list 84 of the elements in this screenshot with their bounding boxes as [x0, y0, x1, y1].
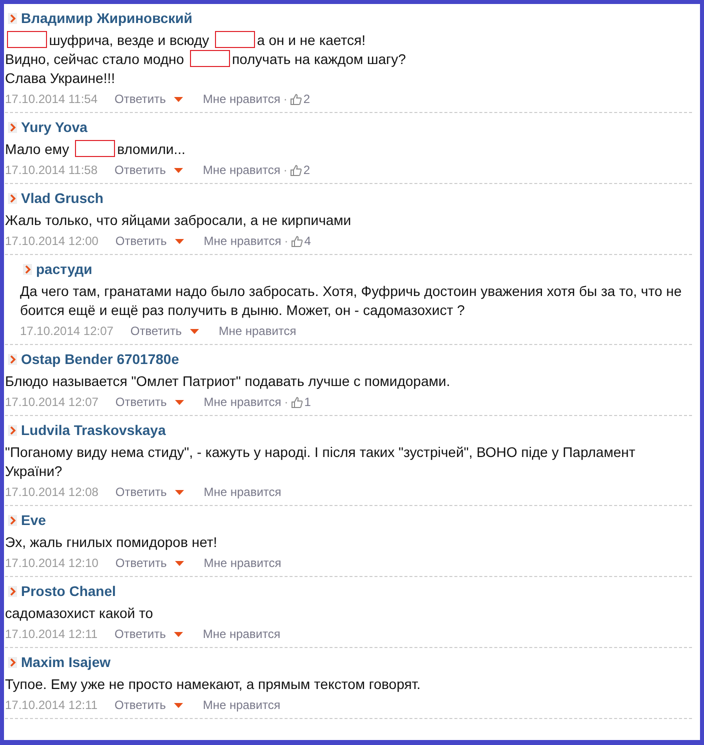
like-link[interactable]: Мне нравится: [218, 323, 296, 339]
comment-text: Слава Украине!!!: [5, 70, 115, 86]
caret-icon: [174, 238, 184, 244]
chevron-icon: [8, 424, 17, 436]
like-link[interactable]: Мне нравится: [204, 394, 282, 410]
author-name[interactable]: Ludvila Traskovskaya: [21, 421, 166, 439]
caret-icon: [174, 96, 183, 102]
timestamp: 17.10.2014 11:58: [5, 162, 98, 178]
caret-icon: [174, 490, 184, 494]
separator-dot: ·: [283, 91, 288, 107]
timestamp: 17.10.2014 12:07: [5, 394, 98, 410]
caret-icon: [174, 400, 184, 404]
caret-icon: [174, 560, 184, 566]
chevron-icon: [8, 656, 17, 668]
caret-icon: [174, 632, 183, 636]
author-name[interactable]: Eve: [21, 511, 46, 529]
chevron-icon: [8, 192, 17, 204]
author-name[interactable]: Ostap Bender 6701780e: [21, 350, 179, 368]
author-name[interactable]: Владимир Жириновский: [21, 9, 192, 27]
comment-text: вломили...: [117, 141, 186, 157]
like-link[interactable]: Мне нравится: [204, 484, 282, 500]
like-link[interactable]: Мне нравится: [204, 555, 282, 571]
like-link[interactable]: Мне нравится: [202, 626, 280, 642]
chevron-icon: [8, 514, 17, 526]
comment-text: Видно, сейчас стало модно: [5, 51, 184, 67]
chevron-icon: [8, 122, 17, 132]
comment-text: Эх, жаль гнилых помидоров нет!: [5, 534, 218, 550]
like-count: 4: [304, 233, 311, 249]
reply-link[interactable]: Ответить: [114, 91, 166, 107]
comment-text: Да чего там, гранатами надо было забросать. Хотя, Фуфричь достоин уважения хотя бы за то, что не боится ещё и ещё раз получить в дыню. Может, он - садомазохист ?: [20, 283, 682, 318]
like-link[interactable]: Мне нравится: [202, 697, 280, 713]
comment-text: шуфрича, везде и всюду: [49, 32, 210, 48]
reply-link[interactable]: Ответить: [114, 626, 166, 642]
reply-link[interactable]: Ответить: [114, 162, 166, 178]
chevron-icon: [8, 354, 17, 364]
like-link[interactable]: Мне нравится: [204, 233, 282, 249]
redacted-box: [7, 31, 47, 48]
redacted-box: [190, 50, 230, 67]
comment-text: Блюдо называется "Омлет Патриот" подавать лучше с помидорами.: [5, 373, 450, 389]
like-count: 2: [303, 91, 310, 107]
reply-link[interactable]: Ответить: [115, 394, 167, 410]
like-count: 2: [303, 162, 310, 178]
timestamp: 17.10.2014 12:08: [5, 484, 98, 500]
timestamp: 17.10.2014 12:00: [5, 233, 98, 249]
thumbs-up-icon: [290, 164, 302, 176]
reply-link[interactable]: Ответить: [114, 697, 166, 713]
thumbs-up-icon: [291, 396, 304, 408]
author-name[interactable]: Maxim Isajew: [21, 653, 110, 671]
author-name[interactable]: Vlad Grusch: [21, 189, 104, 207]
like-link[interactable]: Мне нравится: [202, 162, 280, 178]
comment-text: "Поганому виду нема стиду", - кажуть у народі. І після таких "зустрічей", ВОНО піде у Парламент України?: [5, 444, 636, 479]
like-link[interactable]: Мне нравится: [202, 91, 280, 107]
separator-dot: ·: [284, 394, 288, 410]
redacted-box: [75, 140, 116, 157]
comment-text: а он и не кается!: [257, 32, 366, 48]
separator-dot: ·: [283, 162, 288, 178]
comment-text: садомазохист какой то: [5, 605, 154, 621]
redacted-box: [215, 31, 256, 48]
timestamp: 17.10.2014 12:11: [5, 697, 98, 713]
caret-icon: [190, 328, 199, 334]
reply-link[interactable]: Ответить: [115, 555, 167, 571]
author-name[interactable]: Yury Yova: [21, 118, 88, 136]
timestamp: 17.10.2014 11:54: [5, 91, 98, 107]
timestamp: 17.10.2014 12:07: [20, 323, 114, 339]
reply-link[interactable]: Ответить: [115, 233, 167, 249]
thumbs-up-icon: [291, 235, 304, 247]
thumbs-up-icon: [290, 93, 302, 105]
chevron-icon: [23, 264, 32, 274]
comment-text: Мало ему: [5, 141, 70, 157]
separator-dot: ·: [284, 233, 288, 249]
author-name[interactable]: растуди: [36, 260, 92, 278]
chevron-icon: [8, 12, 17, 24]
caret-icon: [174, 168, 183, 172]
comment-text: получать на каждом шагу?: [232, 51, 406, 67]
comment-text: Тупое. Ему уже не просто намекают, а прямым текстом говорят.: [5, 676, 421, 692]
reply-link[interactable]: Ответить: [115, 484, 167, 500]
timestamp: 17.10.2014 12:10: [5, 555, 98, 571]
author-name[interactable]: Prosto Chanel: [21, 582, 116, 600]
caret-icon: [174, 702, 183, 708]
reply-link[interactable]: Ответить: [130, 323, 182, 339]
like-count: 1: [304, 394, 311, 410]
chevron-icon: [8, 586, 17, 596]
timestamp: 17.10.2014 12:11: [5, 626, 98, 642]
comment-text: Жаль только, что яйцами забросали, а не кирпичами: [5, 212, 352, 228]
